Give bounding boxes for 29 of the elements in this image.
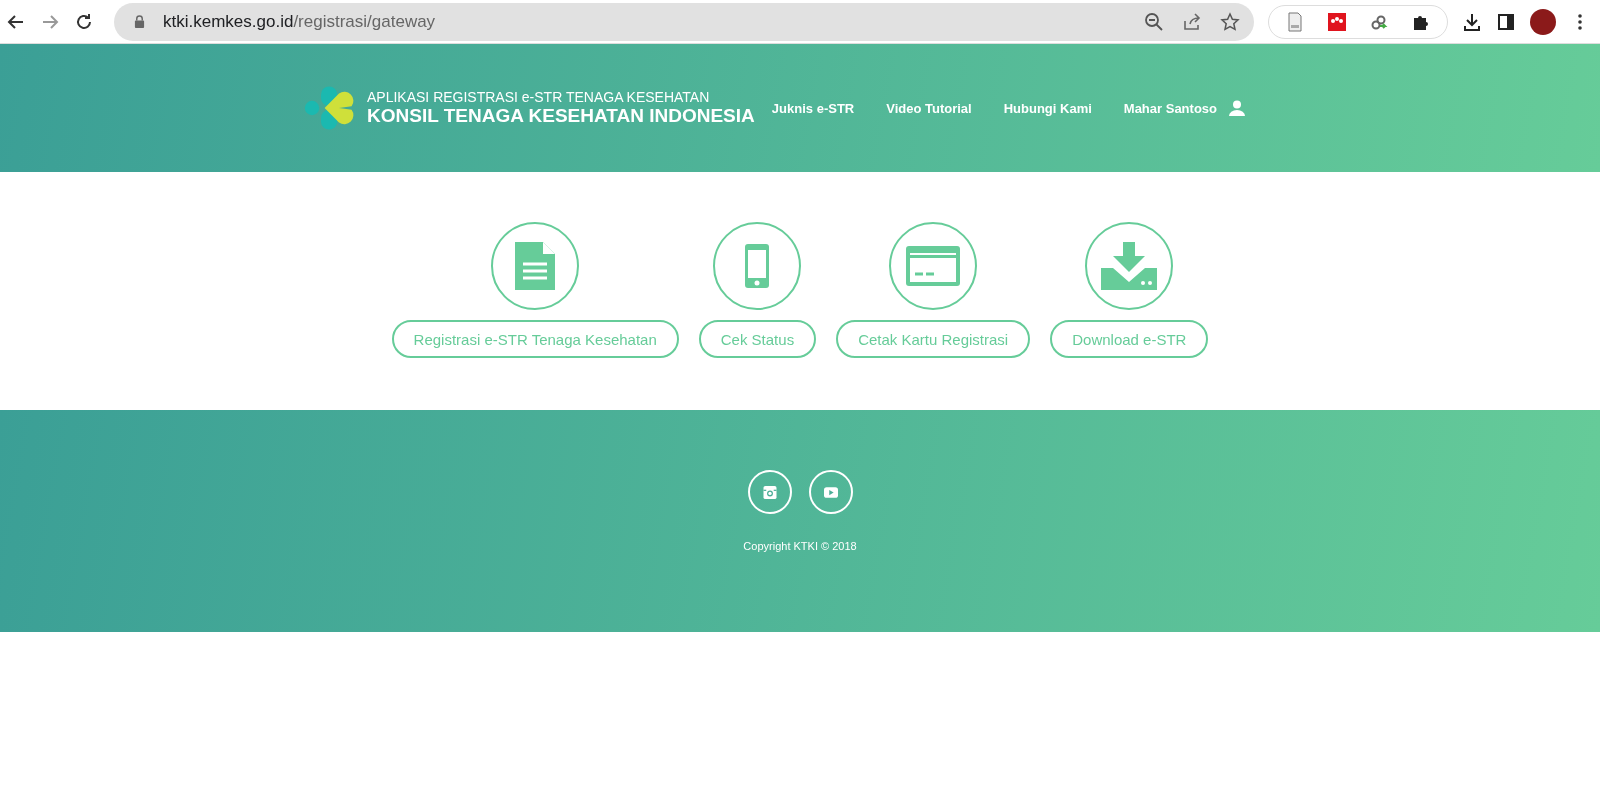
address-bar[interactable]: ktki.kemkes.go.id/registrasi/gateway — [114, 2, 1254, 41]
youtube-icon — [823, 485, 838, 499]
service-button[interactable]: Cetak Kartu Registrasi — [836, 320, 1031, 358]
user-name-link[interactable]: Mahar Santoso — [1123, 100, 1217, 116]
logo-subtitle: APLIKASI REGISTRASI e-STR TENAGA KESEHATAN — [367, 89, 711, 105]
download-icon[interactable] — [1462, 11, 1482, 32]
copyright-text: Copyright KTKI © 2018 — [743, 540, 857, 552]
reload-icon[interactable] — [74, 11, 94, 32]
lock-icon — [134, 15, 145, 28]
logo-title: KONSIL TENAGA KESEHATAN INDONESIA — [367, 105, 755, 127]
nav-link[interactable]: Hubungi Kami — [1003, 100, 1092, 116]
nav-link[interactable]: Juknis e-STR — [771, 100, 855, 116]
star-icon[interactable] — [1220, 11, 1240, 32]
nav-link[interactable]: Video Tutorial — [886, 100, 972, 116]
instagram-icon — [762, 485, 777, 499]
download-icon — [1101, 242, 1158, 290]
share-icon[interactable] — [1182, 11, 1202, 32]
social-link[interactable] — [747, 470, 792, 514]
document-icon — [515, 242, 556, 290]
profile-avatar[interactable] — [1530, 8, 1556, 35]
url-path: /registrasi/gateway — [293, 11, 436, 31]
side-panel-icon[interactable] — [1496, 11, 1516, 32]
service-button[interactable]: Registrasi e-STR Tenaga Kesehatan — [391, 320, 679, 358]
service-button[interactable]: Download e-STR — [1050, 320, 1209, 358]
service-button[interactable]: Cek Status — [698, 320, 817, 358]
zoom-out-icon[interactable] — [1144, 11, 1164, 32]
url-domain: ktki.kemkes.go.id — [163, 11, 294, 31]
people-logo-icon[interactable] — [1327, 11, 1347, 32]
social-link[interactable] — [808, 470, 853, 514]
